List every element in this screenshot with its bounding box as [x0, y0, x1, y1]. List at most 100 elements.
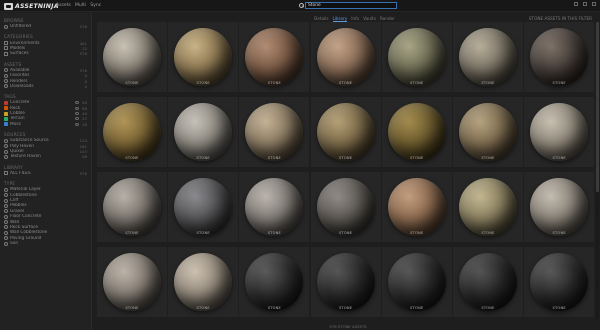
asset-tile[interactable]: STONE [239, 22, 310, 92]
asset-tile[interactable]: STONE [453, 172, 523, 242]
sidebar-item[interactable]: Floor Concrete [0, 214, 91, 219]
asset-tile[interactable]: STONE [453, 22, 523, 92]
nav-assets[interactable]: Assets [56, 3, 71, 8]
close-icon[interactable] [592, 2, 596, 6]
grid-scrollbar[interactable] [596, 22, 599, 320]
sidebar-item-count: 401 [79, 40, 87, 46]
sidebar-item[interactable]: Material Layer [0, 187, 91, 192]
sidebar-item[interactable]: Moss 18 [0, 122, 91, 127]
sidebar-item-count: 143 [79, 149, 87, 155]
sidebar-item-label: Wall [10, 219, 19, 225]
asset-tile-caption: STONE [410, 231, 424, 235]
material-preview-sphere [174, 103, 233, 161]
search-input[interactable]: Stone [305, 2, 397, 9]
visibility-eye-icon[interactable] [75, 106, 80, 110]
type-icon [4, 236, 8, 241]
sidebar-item[interactable]: ALL FILES 576 [0, 171, 91, 176]
material-preview-sphere [530, 28, 589, 86]
sidebar-item-label: Surfaces [10, 51, 29, 57]
logo-text: ASSETNINJA [15, 2, 59, 10]
nav-multi[interactable]: Multi [75, 3, 86, 8]
sidebar-item[interactable]: Paving Ground [0, 236, 91, 241]
sidebar-item[interactable]: Models 12 [0, 46, 91, 51]
asset-tile[interactable]: STONE [524, 172, 595, 242]
asset-tile[interactable]: STONE [381, 172, 452, 242]
asset-tile[interactable]: STONE [97, 172, 167, 242]
visibility-eye-icon[interactable] [75, 112, 80, 116]
material-preview-sphere [387, 178, 446, 236]
app-logo[interactable]: ASSETNINJA [4, 2, 59, 10]
material-preview-sphere [174, 28, 233, 86]
visibility-eye-icon[interactable] [75, 117, 80, 121]
material-preview-sphere [174, 178, 233, 236]
asset-tile[interactable]: STONE [97, 22, 167, 92]
sidebar-item[interactable]: Rock Surface [0, 225, 91, 230]
asset-tile[interactable]: STONE [239, 247, 310, 317]
material-preview-sphere [459, 103, 517, 161]
asset-tile[interactable]: STONE [239, 172, 310, 242]
sidebar-item-count: 0 [84, 83, 87, 89]
asset-tile[interactable]: STONE [453, 97, 523, 167]
source-icon [4, 154, 8, 159]
asset-tile[interactable]: STONE [239, 97, 310, 167]
sidebar-item[interactable]: Favorites 0 [0, 73, 91, 78]
sidebar-item[interactable]: Cliff [0, 198, 91, 203]
type-icon [4, 209, 8, 214]
asset-tile[interactable]: STONE [453, 247, 523, 317]
asset-tile[interactable]: STONE [310, 247, 381, 317]
grid-icon [4, 24, 8, 29]
sidebar-item[interactable]: Wall Cobblestone [0, 230, 91, 235]
sidebar-item[interactable]: Soil [0, 241, 91, 246]
star-icon [4, 73, 8, 78]
check-icon [4, 68, 8, 73]
asset-tile[interactable]: STONE [310, 172, 381, 242]
tag-color-swatch [4, 116, 8, 121]
sidebar-item[interactable]: Downloads 0 [0, 84, 91, 89]
asset-tile-caption: STONE [481, 81, 495, 85]
asset-tile-caption: STONE [410, 81, 424, 85]
sidebar-item[interactable]: Gravel [0, 209, 91, 214]
asset-tile[interactable]: STONE [168, 172, 239, 242]
asset-tile[interactable]: STONE [168, 97, 239, 167]
visibility-eye-icon[interactable] [75, 122, 80, 126]
sidebar-item[interactable]: Pebbles [0, 203, 91, 208]
scrollbar-thumb[interactable] [596, 22, 599, 192]
sidebar-item[interactable]: Renders 0 [0, 78, 91, 84]
material-preview-sphere [174, 253, 233, 311]
status-footer: 576 STONE ASSETS [96, 323, 600, 330]
sidebar-item-label: Cobblestone [10, 192, 37, 198]
visibility-eye-icon[interactable] [75, 101, 80, 105]
sidebar-item-label: Soil [10, 241, 18, 247]
asset-tile[interactable]: STONE [381, 247, 452, 317]
sidebar-item-count: 22 [82, 116, 87, 122]
asset-tile[interactable]: STONE [97, 247, 167, 317]
asset-tile[interactable]: STONE [97, 97, 167, 167]
maximize-icon[interactable] [583, 2, 587, 6]
sidebar-item[interactable]: Unfiltered 576 [0, 24, 91, 29]
asset-tile[interactable]: STONE [524, 97, 595, 167]
asset-tile[interactable]: STONE [310, 97, 381, 167]
asset-tile-caption: STONE [338, 231, 353, 235]
minimize-icon[interactable] [574, 2, 578, 6]
asset-tile[interactable]: STONE [310, 22, 381, 92]
sidebar-item[interactable]: Surfaces 576 [0, 51, 91, 56]
asset-tile[interactable]: STONE [524, 247, 595, 317]
sidebar-item[interactable]: Wall [0, 219, 91, 225]
asset-tile[interactable]: STONE [168, 22, 239, 92]
asset-tile[interactable]: STONE [524, 22, 595, 92]
search-icon[interactable] [298, 3, 304, 9]
asset-tile-caption: STONE [267, 156, 282, 160]
asset-tile[interactable]: STONE [381, 97, 452, 167]
top-nav: Assets Multi Sync [56, 3, 101, 8]
material-preview-sphere [245, 103, 304, 161]
sidebar-item[interactable]: Cobblestone [0, 192, 91, 198]
sidebar-item-count: 0 [84, 78, 87, 84]
asset-tile[interactable]: STONE [168, 247, 239, 317]
sidebar-item[interactable]: Texture Haven 58 [0, 154, 91, 159]
sidebar-item-label: Quixel [10, 149, 24, 155]
asset-tile[interactable]: STONE [381, 22, 452, 92]
sidebar-item-label: Material Layer [10, 187, 41, 193]
material-preview-sphere [530, 178, 589, 236]
asset-tile-caption: STONE [125, 231, 139, 235]
nav-sync[interactable]: Sync [90, 3, 101, 8]
